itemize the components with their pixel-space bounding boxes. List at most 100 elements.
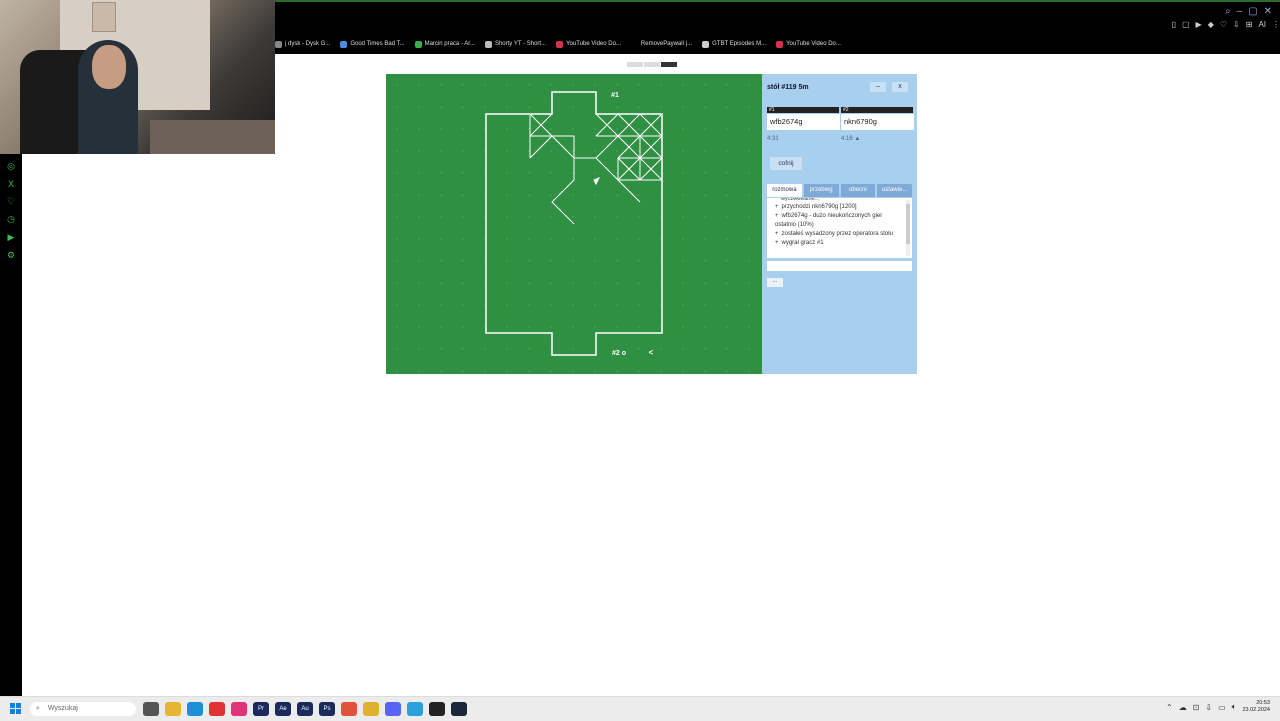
history-icon[interactable]: ◷: [0, 214, 22, 225]
opera-icon[interactable]: [209, 702, 225, 716]
menu-icon[interactable]: ⋮: [1272, 20, 1280, 34]
app-icon[interactable]: [429, 702, 445, 716]
windows-taskbar: ⌕ Wyszukaj Pr Ae Au Ps ⌃ ☁ ⊡ ⇩ ▭ 🔈︎ 20:5…: [0, 696, 1280, 721]
chat-message: + przychodzi nkn6790g [1200]: [775, 204, 857, 210]
back-arrow[interactable]: <: [649, 348, 654, 357]
app-icon[interactable]: [231, 702, 247, 716]
tab-history[interactable]: przebieg: [803, 184, 839, 197]
clock-time: 20:53: [1256, 700, 1270, 706]
bookmark-icon[interactable]: ▯: [1172, 20, 1176, 34]
bookmark-label: Shorty YT - Short...: [494, 41, 547, 47]
player1-marker: #1: [611, 92, 619, 99]
app-icon[interactable]: [143, 702, 159, 716]
display-icon[interactable]: ▭: [1218, 703, 1226, 712]
close-icon[interactable]: ✕: [1264, 6, 1272, 17]
cloud-icon[interactable]: ☁: [1179, 703, 1187, 712]
undo-button[interactable]: cofnij: [770, 157, 802, 170]
chat-message: + wygrał gracz #1: [775, 240, 824, 246]
taskbar-search[interactable]: ⌕ Wyszukaj: [30, 702, 136, 716]
extensions-icon[interactable]: ⊞: [1246, 20, 1253, 34]
tab-present[interactable]: obecni: [840, 184, 876, 197]
more-button[interactable]: ...: [767, 278, 783, 287]
search-icon[interactable]: ⌕: [1225, 6, 1231, 17]
bookmark-icon: [776, 40, 784, 48]
download-icon[interactable]: ⇩: [1233, 20, 1240, 34]
bookmark-item[interactable]: YouTube Video Do...: [776, 38, 841, 50]
game-side-panel: stół #119 5m – x #1 #2 wfb2674g nkn6790g…: [762, 74, 917, 374]
bookmark-item[interactable]: Marcin praca - Ar...: [414, 38, 475, 50]
bookmark-label: GTBT Episodes M...: [712, 41, 767, 47]
bookmark-item[interactable]: YouTube Video Do...: [556, 38, 621, 50]
table-title: stół #119 5m: [767, 84, 809, 91]
chat-message: + zostałeś wysadzony przez operatora stoł…: [775, 231, 893, 237]
tab-chat[interactable]: rozmowa: [767, 184, 802, 197]
clock-date: 23.02.2024: [1242, 707, 1270, 713]
player2-name[interactable]: nkn6790g: [841, 114, 914, 130]
heart-icon[interactable]: ♡: [0, 196, 22, 207]
firefox-icon[interactable]: [341, 702, 357, 716]
close-button[interactable]: x: [892, 82, 908, 92]
chat-log[interactable]: wyczekiwanie... + przychodzi nkn6790g [12…: [767, 198, 912, 258]
game-board[interactable]: #1 #2 o <: [386, 74, 762, 374]
taskbar-apps: Pr Ae Au Ps: [143, 702, 467, 716]
volume-icon[interactable]: 🔈︎: [1232, 702, 1237, 712]
x-icon[interactable]: X: [0, 179, 22, 189]
ai-icon[interactable]: AI: [1258, 20, 1266, 34]
bookmark-label: Good Times Bad T...: [350, 41, 405, 47]
shield-icon[interactable]: ◆: [1208, 20, 1214, 34]
player1-tag: #1: [767, 107, 839, 113]
audition-icon[interactable]: Au: [297, 702, 313, 716]
bookmark-item[interactable]: GTBT Episodes M...: [702, 38, 766, 50]
screenshot-icon[interactable]: ▢: [1182, 20, 1190, 34]
bookmarks-bar: j dysk - Dysk G... Good Times Bad T... Mar…: [275, 38, 851, 50]
webcam-overlay: [0, 0, 275, 154]
bookmark-icon: [414, 40, 422, 48]
browser-toolbar-icons: ▯ ▢ ▶ ◆ ♡ ⇩ ⊞ AI ⋮: [1172, 20, 1280, 34]
bookmark-item[interactable]: j dysk - Dysk G...: [275, 38, 330, 50]
usb-icon[interactable]: ⇩: [1205, 703, 1212, 712]
minimize-icon[interactable]: –: [1237, 6, 1243, 17]
telegram-icon[interactable]: [407, 702, 423, 716]
pitch-svg: #1 #2 o <: [386, 74, 762, 374]
search-placeholder: Wyszukaj: [47, 705, 78, 712]
instagram-icon[interactable]: ◎: [0, 161, 22, 172]
player2-marker: #2 o: [612, 350, 626, 357]
chat-input[interactable]: [767, 261, 912, 271]
taskbar-clock[interactable]: 20:53 23.02.2024: [1242, 700, 1270, 714]
folder-icon[interactable]: [165, 702, 181, 716]
bookmark-label: j dysk - Dysk G...: [285, 41, 331, 47]
play-icon[interactable]: ▶: [1196, 20, 1202, 34]
window-controls: ⌕ – ▢ ✕: [1225, 6, 1272, 17]
edge-icon[interactable]: [187, 702, 203, 716]
premiere-icon[interactable]: Pr: [253, 702, 269, 716]
windows-start-icon[interactable]: [10, 703, 22, 715]
chevron-up-icon[interactable]: ⌃: [1166, 703, 1173, 712]
bookmark-icon: [275, 40, 282, 48]
left-sidebar-dock: ◎ X ♡ ◷ ▶ ⚙: [0, 154, 22, 696]
settings-icon[interactable]: ⚙: [0, 250, 22, 261]
tab-settings[interactable]: ustawie...: [877, 184, 912, 197]
player-icon[interactable]: ▶: [0, 232, 22, 243]
system-tray: ⌃ ☁ ⊡ ⇩ ▭ 🔈︎ 20:53 23.02.2024: [1166, 700, 1270, 714]
bookmark-label: Marcin praca - Ar...: [424, 41, 475, 47]
bookmark-item[interactable]: Shorty YT - Short...: [484, 38, 547, 50]
bookmark-label: RemovePaywall |...: [640, 41, 693, 47]
player1-time: 4:31: [767, 136, 779, 142]
bookmark-icon: [556, 40, 564, 48]
maximize-icon[interactable]: ▢: [1248, 6, 1257, 17]
discord-icon[interactable]: [385, 702, 401, 716]
bookmark-item[interactable]: Good Times Bad T...: [340, 38, 405, 50]
bookmark-icon: [630, 40, 638, 48]
minimize-button[interactable]: –: [870, 82, 886, 92]
bookmark-item[interactable]: RemovePaywall |...: [630, 38, 693, 50]
heart-icon[interactable]: ♡: [1220, 20, 1227, 34]
player2-time: 4:16 ▲: [841, 136, 861, 142]
bookmark-icon: [484, 40, 492, 48]
network-icon[interactable]: ⊡: [1193, 703, 1200, 712]
photoshop-icon[interactable]: Ps: [319, 702, 335, 716]
after-effects-icon[interactable]: Ae: [275, 702, 291, 716]
steam-icon[interactable]: [451, 702, 467, 716]
chrome-icon[interactable]: [363, 702, 379, 716]
player1-name[interactable]: wfb2674g: [767, 114, 840, 130]
chat-scrollbar[interactable]: [906, 200, 910, 256]
